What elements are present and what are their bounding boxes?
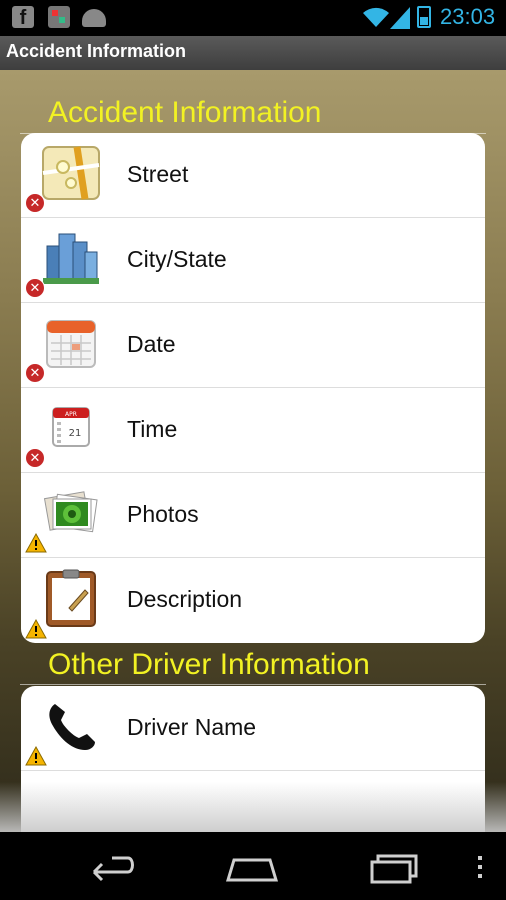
signal-icon [390, 7, 410, 29]
list-item-photos[interactable]: Photos [21, 473, 485, 558]
app-icon [48, 6, 70, 28]
clock: 23:03 [440, 4, 496, 29]
error-badge-icon: ✕ [25, 448, 45, 468]
action-bar: Accident Information [0, 36, 506, 70]
photos-icon [43, 491, 98, 533]
error-badge-icon: ✕ [25, 278, 45, 298]
navigation-bar [0, 832, 506, 900]
facebook-icon: f [12, 6, 34, 29]
item-label: Photos [127, 501, 199, 527]
error-badge-icon: ✕ [25, 193, 45, 213]
recents-icon[interactable] [364, 846, 424, 886]
calendar-day-icon: APR 21 [52, 407, 90, 447]
warning-badge-icon [25, 746, 47, 766]
overflow-menu-icon[interactable] [470, 852, 490, 882]
section-header-other-driver: Other Driver Information [48, 648, 370, 681]
list-item-city-state[interactable]: ✕ City/State [21, 218, 485, 303]
android-icon [82, 9, 106, 27]
status-bar: f 23:03 [0, 0, 506, 36]
back-icon[interactable] [82, 846, 142, 886]
home-icon[interactable] [222, 846, 282, 886]
error-badge-icon: ✕ [25, 363, 45, 383]
section-header-accident: Accident Information [48, 96, 322, 129]
calendar-day-label: 21 [69, 428, 82, 439]
warning-badge-icon [25, 619, 47, 639]
item-label: Driver Name [127, 714, 257, 740]
list-item-driver-name[interactable]: Driver Name [21, 686, 485, 771]
list-item-street[interactable]: ✕ Street [21, 133, 485, 218]
item-label: City/State [127, 246, 227, 272]
item-label: Street [127, 161, 189, 187]
city-buildings-icon [43, 233, 99, 284]
phone-icon [49, 704, 95, 750]
content-area[interactable]: Accident Information ✕ Street ✕ City/Sta… [0, 70, 506, 832]
scroll-fade [0, 782, 506, 832]
wifi-icon [363, 7, 389, 27]
accident-info-card: ✕ Street ✕ City/State ✕ Date APR 21 ✕ Ti… [21, 133, 485, 643]
map-icon [42, 146, 100, 200]
list-item-date[interactable]: ✕ Date [21, 303, 485, 388]
warning-badge-icon [25, 533, 47, 553]
list-item-time[interactable]: APR 21 ✕ Time [21, 388, 485, 473]
clipboard-icon [46, 569, 96, 627]
page-title: Accident Information [6, 41, 187, 61]
item-label: Date [127, 331, 176, 357]
divider [20, 684, 486, 685]
list-item-description[interactable]: Description [21, 558, 485, 643]
item-label: Time [127, 416, 178, 442]
calendar-icon [46, 320, 96, 368]
item-label: Description [127, 586, 243, 612]
calendar-month-label: APR [65, 411, 77, 418]
battery-charging-icon [417, 6, 431, 28]
